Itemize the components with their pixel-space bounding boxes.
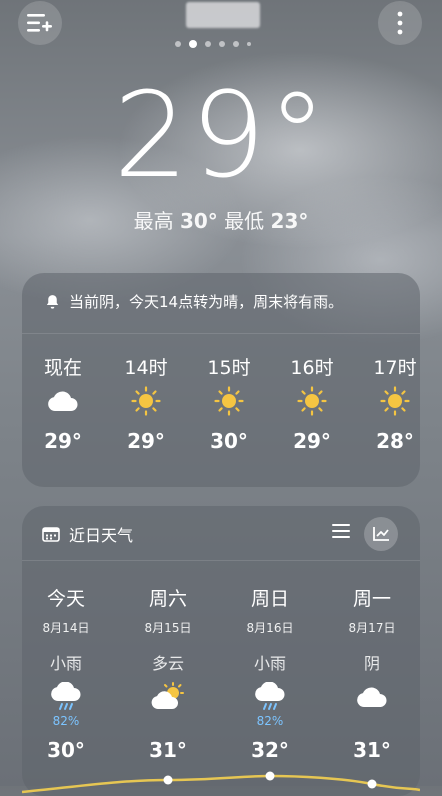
list-view-icon: [332, 524, 350, 538]
daily-forecast-card[interactable]: 近日天气 今天 8月14日 小雨 82% 30° 周六 8月15日 多云 31°…: [22, 506, 420, 796]
hour-temp: 29°: [127, 429, 165, 453]
hour-label: 16时: [290, 357, 334, 379]
temperature-trend-line: [22, 771, 420, 794]
high-value: 30°: [179, 209, 218, 233]
daily-forecast-header: 近日天气: [42, 522, 133, 546]
page-dot-active: [189, 40, 197, 48]
day-item[interactable]: 周日 8月16日 小雨 82% 32°: [222, 584, 318, 762]
cloud-icon: [324, 680, 420, 714]
page-dot: [175, 41, 181, 47]
trend-chart-button[interactable]: [364, 517, 398, 551]
sun-icon: [354, 379, 436, 423]
low-value: 23°: [270, 209, 309, 233]
day-date: 8月15日: [144, 621, 192, 635]
precipitation-probability: 82%: [256, 714, 284, 728]
page-indicator: [175, 40, 251, 48]
hour-item: 15时 30°: [188, 353, 270, 453]
sun-icon: [271, 379, 353, 423]
day-temp: 32°: [251, 738, 289, 762]
bell-icon: [46, 295, 59, 309]
hour-temp: 28°: [376, 429, 414, 453]
day-date: 8月17日: [348, 621, 396, 635]
day-item[interactable]: 周一 8月17日 阴 31°: [324, 584, 420, 762]
weather-alert: 当前阴，今天14点转为晴，周末将有雨。: [44, 291, 343, 312]
city-name-blurred: [186, 2, 260, 28]
day-temp: 31°: [149, 738, 187, 762]
hour-item: 16时 29°: [271, 353, 353, 453]
hour-item: 17时 28°: [354, 353, 436, 453]
cloud-icon: [22, 379, 104, 423]
hour-label: 15时: [207, 357, 251, 379]
top-bar: [0, 0, 442, 50]
high-low-temperature: 最高 30° 最低 23°: [0, 205, 442, 234]
high-label: 最高: [133, 209, 174, 233]
hour-label: 14时: [124, 357, 168, 379]
hour-temp: 29°: [44, 429, 82, 453]
day-name: 周一: [352, 588, 391, 610]
precipitation-probability: [120, 714, 216, 730]
alert-text: 当前阴，今天14点转为晴，周末将有雨。: [69, 293, 344, 311]
day-temp: 30°: [47, 738, 85, 762]
day-date: 8月14日: [42, 621, 90, 635]
partly-cloudy-icon: [120, 680, 216, 714]
hour-item: 现在 29°: [22, 353, 104, 453]
more-options-button[interactable]: [378, 1, 422, 45]
trend-chart-icon: [373, 527, 389, 541]
day-item[interactable]: 周六 8月15日 多云 31°: [120, 584, 216, 762]
hourly-forecast-card[interactable]: 当前阴，今天14点转为晴，周末将有雨。 现在 29° 14时 29° 15时 3…: [22, 273, 420, 487]
divider: [22, 333, 420, 334]
page-dot: [233, 41, 239, 47]
sun-icon: [188, 379, 270, 423]
divider: [22, 560, 420, 561]
low-label: 最低: [224, 209, 265, 233]
day-name: 今天: [46, 588, 85, 610]
day-item[interactable]: 今天 8月14日 小雨 82% 30°: [18, 584, 114, 762]
day-condition: 多云: [151, 654, 184, 673]
cloud-rain-icon: [18, 680, 114, 714]
precipitation-probability: 82%: [52, 714, 80, 728]
hour-label: 17时: [373, 357, 417, 379]
hour-item: 14时 29°: [105, 353, 187, 453]
cloud-rain-icon: [222, 680, 318, 714]
day-date: 8月16日: [246, 621, 294, 635]
day-name: 周六: [148, 588, 187, 610]
day-condition: 小雨: [253, 654, 286, 673]
precipitation-probability: [324, 714, 420, 730]
page-dot: [247, 42, 251, 46]
calendar-icon: [42, 527, 60, 542]
day-condition: 阴: [363, 654, 380, 673]
add-city-menu-button[interactable]: [18, 1, 62, 45]
hour-temp: 29°: [293, 429, 331, 453]
add-city-menu-icon: [27, 14, 52, 32]
page-dot: [205, 41, 211, 47]
day-temp: 31°: [353, 738, 391, 762]
day-condition: 小雨: [49, 654, 82, 673]
hour-label: 现在: [43, 357, 82, 379]
sun-icon: [105, 379, 187, 423]
list-view-button[interactable]: [331, 522, 351, 544]
more-vertical-icon: [397, 11, 403, 35]
hour-temp: 30°: [210, 429, 248, 453]
daily-forecast-title: 近日天气: [69, 526, 134, 545]
day-name: 周日: [250, 588, 289, 610]
current-temperature: 29°: [113, 66, 329, 204]
page-dot: [219, 41, 225, 47]
